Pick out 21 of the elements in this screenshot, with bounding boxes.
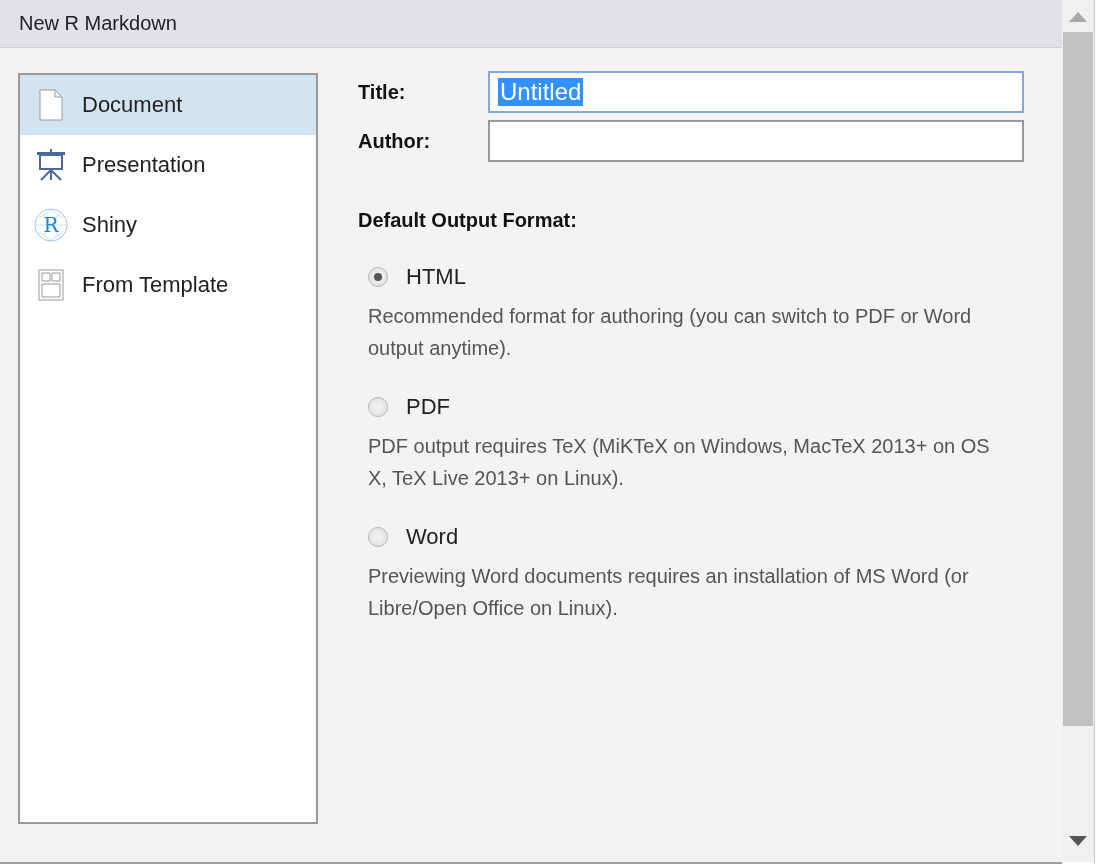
field-label: Author: [358, 129, 432, 153]
format-description: PDF output requires TeX (MiKTeX on Windows, MacTeX 2013+ on OS X, TeX Live 2013+ on Linux). [368, 434, 991, 491]
field-label: Title: [358, 80, 407, 104]
window-title: New R Markdown [0, 0, 1062, 48]
format-description: Recommended format for authoring (you can switch to PDF or Word output anytime). [368, 304, 973, 361]
scroll-up-icon[interactable] [1069, 12, 1087, 22]
radio-label: HTML [406, 264, 466, 290]
scrollbar-thumb[interactable] [1063, 32, 1093, 726]
radio-label: Word [406, 524, 459, 550]
radio-button[interactable] [368, 397, 388, 417]
r-globe-icon: R [34, 208, 68, 242]
format-description: Previewing Word documents requires an installation of MS Word (or Libre/Open Office on Linux). [368, 564, 970, 621]
section-heading: Default Output Format: [358, 209, 578, 232]
radio-button[interactable] [368, 267, 388, 287]
radio-button[interactable] [368, 527, 388, 547]
text-field[interactable] [488, 120, 1024, 162]
presentation-easel-icon [34, 148, 68, 182]
scrollbar[interactable] [1062, 0, 1094, 862]
scroll-down-icon[interactable] [1069, 836, 1087, 846]
radio-label: PDF [406, 394, 450, 420]
template-list-item[interactable]: Document [20, 75, 316, 135]
